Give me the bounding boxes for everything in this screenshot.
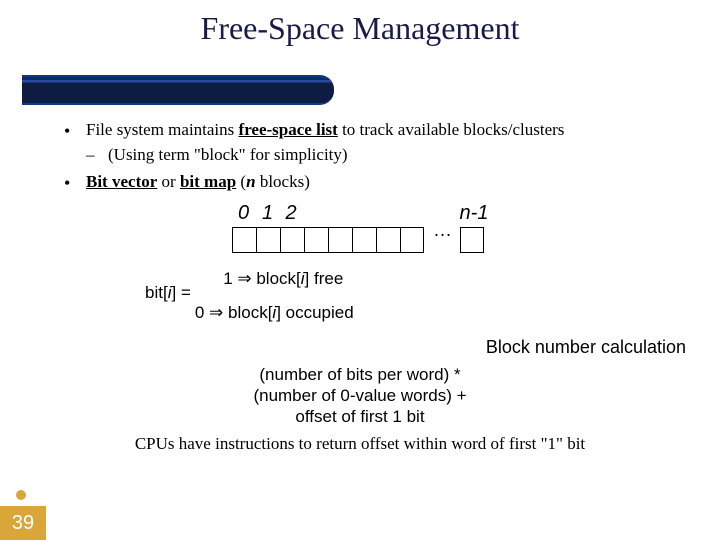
calc-formula: (number of bits per word) * (number of 0… [0, 364, 720, 428]
accent-bar [22, 75, 334, 105]
bit-cell [328, 227, 352, 253]
b1-pre: File system maintains [86, 120, 239, 139]
bit-cell [400, 227, 424, 253]
label-n-1: n-1 [460, 202, 489, 225]
bit-cell [304, 227, 328, 253]
implies-icon: ⇒ [237, 269, 251, 288]
label-0: 0 [232, 202, 256, 225]
bit-vector-diagram: 0 1 2 … n-1 [0, 202, 720, 253]
case-occupied: 0 ⇒ block[i] occupied [195, 293, 354, 323]
ellipsis: … [424, 202, 460, 241]
calc-line-2: (number of 0-value words) + [0, 385, 720, 406]
footnote: CPUs have instructions to return offset … [0, 434, 720, 454]
bit-cell [460, 227, 484, 253]
b1-term: free-space list [239, 120, 338, 139]
case-free: 1 ⇒ block[i] free [195, 269, 354, 289]
bullet-1: File system maintains free-space list to… [64, 119, 694, 167]
body-content: File system maintains free-space list to… [0, 105, 720, 194]
bit-cell [352, 227, 376, 253]
accent-dot-icon [16, 490, 26, 500]
b2-mid: or [157, 172, 180, 191]
bit-cases: bit[i] = 1 ⇒ block[i] free 0 ⇒ block[i] … [145, 265, 575, 327]
bit-cell [256, 227, 280, 253]
bit-cell [280, 227, 304, 253]
b2-p1: ( [236, 172, 246, 191]
label-1: 1 [256, 202, 280, 225]
b2-p2: blocks) [256, 172, 310, 191]
bullet-1-sub: (Using term "block" for simplicity) [86, 144, 694, 167]
implies-icon: ⇒ [209, 303, 223, 322]
bit-cell [232, 227, 256, 253]
lhs-post: ] = [171, 283, 190, 302]
bullet-2: Bit vector or bit map (n blocks) [64, 171, 694, 194]
b2-b: bit map [180, 172, 236, 191]
b1-post: to track available blocks/clusters [338, 120, 565, 139]
bit-cell [376, 227, 400, 253]
slide-number: 39 [0, 506, 46, 540]
calc-line-1: (number of bits per word) * [0, 364, 720, 385]
calc-heading: Block number calculation [0, 327, 720, 358]
label-2: 2 [280, 202, 316, 225]
lhs-pre: bit[ [145, 283, 168, 302]
b2-n: n [246, 172, 255, 191]
calc-line-3: offset of first 1 bit [0, 406, 720, 427]
slide-title: Free-Space Management [0, 0, 720, 47]
bit-cells-main [232, 227, 424, 253]
b2-a: Bit vector [86, 172, 157, 191]
